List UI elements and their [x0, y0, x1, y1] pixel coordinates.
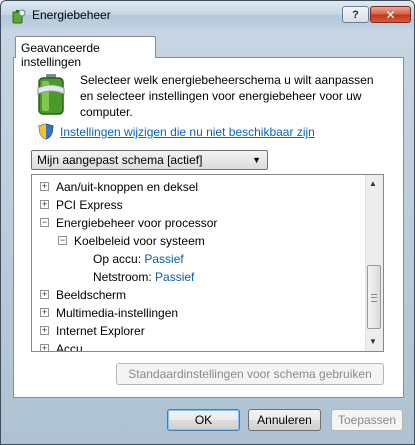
expand-icon[interactable]: +: [40, 200, 49, 209]
tree-item-label: Accu: [56, 342, 83, 352]
expand-icon[interactable]: +: [40, 326, 49, 335]
window-title: Energiebeheer: [32, 8, 111, 22]
tree-item[interactable]: − Energiebeheer voor processor: [37, 214, 217, 232]
setting-value[interactable]: Passief: [155, 270, 194, 284]
collapse-icon[interactable]: −: [58, 236, 67, 245]
change-unavailable-settings-link[interactable]: Instellingen wijzigen die nu niet beschi…: [60, 125, 315, 139]
expand-icon[interactable]: +: [40, 308, 49, 317]
shield-icon: [38, 123, 54, 140]
description-text: Selecteer welk energiebeheerschema u wil…: [80, 73, 374, 119]
setting-value[interactable]: Passief: [144, 252, 183, 266]
tree-item-label: Beeldscherm: [56, 288, 127, 302]
tab-advanced-settings[interactable]: Geavanceerde instellingen: [15, 36, 156, 69]
help-button[interactable]: ?: [342, 6, 369, 23]
tree-item-label: Internet Explorer: [56, 324, 145, 338]
tree-item[interactable]: − Koelbeleid voor systeem: [55, 232, 205, 250]
tree-item-label: Aan/uit-knoppen en deksel: [56, 180, 199, 194]
tree-item[interactable]: + Beeldscherm: [37, 286, 126, 304]
tree-item-label: Koelbeleid voor systeem: [74, 234, 205, 248]
tree-item-label: Netstroom:: [93, 270, 152, 284]
chevron-down-icon: ▼: [252, 155, 261, 165]
expand-icon[interactable]: +: [40, 344, 49, 351]
tree-item-label: PCI Express: [56, 198, 123, 212]
scrollbar-thumb[interactable]: [367, 265, 381, 329]
tree-setting-plugged-in[interactable]: Netstroom: Passief: [93, 268, 194, 286]
cancel-button[interactable]: Annuleren: [248, 409, 321, 431]
expand-icon[interactable]: +: [40, 182, 49, 191]
power-scheme-value: Mijn aangepast schema [actief]: [37, 153, 203, 167]
tree-item-label: Multimedia-instellingen: [56, 306, 179, 320]
collapse-icon[interactable]: −: [40, 218, 49, 227]
tree-item[interactable]: + PCI Express: [37, 196, 123, 214]
title-bar[interactable]: Energiebeheer ? ✕: [1, 1, 414, 29]
power-options-icon: [12, 9, 26, 24]
tree-item-label: Op accu:: [93, 252, 142, 266]
close-button[interactable]: ✕: [370, 6, 411, 23]
scroll-up-icon[interactable]: ▲: [369, 179, 377, 188]
settings-tree[interactable]: + Aan/uit-knoppen en deksel + PCI Expres…: [31, 174, 384, 352]
scroll-down-icon[interactable]: ▼: [369, 337, 377, 346]
ok-button[interactable]: OK: [167, 409, 240, 431]
tree-item[interactable]: + Internet Explorer: [37, 322, 145, 340]
battery-icon: [37, 74, 65, 115]
power-scheme-select[interactable]: Mijn aangepast schema [actief] ▼: [31, 150, 268, 170]
tree-item[interactable]: + Aan/uit-knoppen en deksel: [37, 178, 198, 196]
tab-panel: Selecteer welk energiebeheerschema u wil…: [13, 57, 404, 398]
tree-item[interactable]: + Multimedia-instellingen: [37, 304, 178, 322]
power-options-window: Energiebeheer ? ✕ Geavanceerde instellin…: [0, 0, 415, 445]
grip-icon: [371, 294, 377, 302]
tree-item-label: Energiebeheer voor processor: [56, 216, 218, 230]
apply-button[interactable]: Toepassen: [331, 409, 403, 431]
vertical-scrollbar[interactable]: ▲ ▼: [365, 175, 383, 351]
tree-item[interactable]: + Accu: [37, 340, 83, 352]
tree-setting-on-battery[interactable]: Op accu: Passief: [93, 250, 184, 268]
restore-defaults-button[interactable]: Standaardinstellingen voor schema gebrui…: [116, 363, 384, 385]
expand-icon[interactable]: +: [40, 290, 49, 299]
